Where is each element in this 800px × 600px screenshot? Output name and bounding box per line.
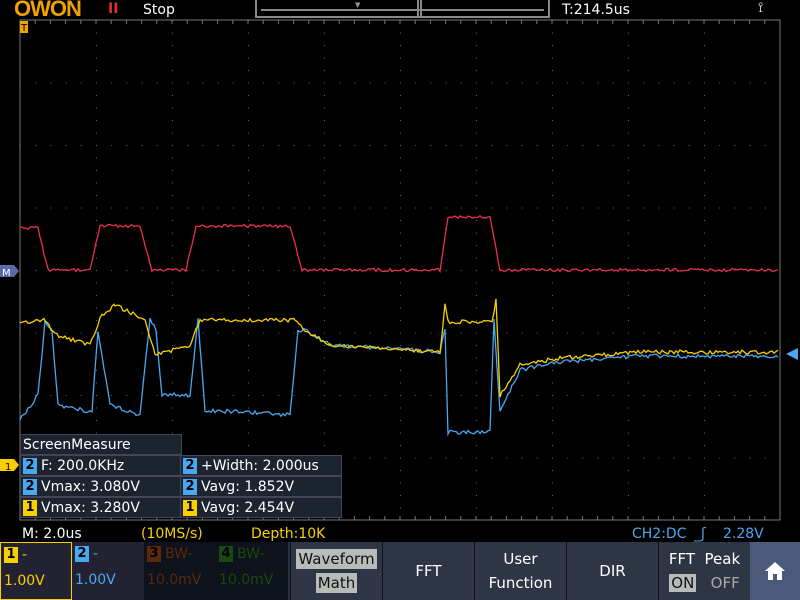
home-button[interactable] [750, 542, 800, 600]
math-marker[interactable]: M [0, 265, 19, 279]
svg-text:T: T [20, 23, 28, 34]
rising-edge-icon: _ʃ [694, 526, 706, 542]
measure-item: 1 Vmax: 3.280V [20, 497, 182, 518]
timebase: M: 2.0us [22, 526, 82, 542]
trigger-level-marker [786, 348, 798, 360]
measure-title: ScreenMeasure [20, 434, 182, 455]
fft-peak-off: OFF [711, 574, 740, 592]
measure-item: 2 F: 200.0KHz [20, 455, 182, 476]
dir-button[interactable]: DIR [566, 542, 658, 600]
measure-item: 2 Vavg: 1.852V [180, 476, 342, 497]
fft-button[interactable]: FFT [382, 542, 474, 600]
fft-peak-on: ON [669, 574, 696, 592]
home-icon [764, 561, 786, 581]
trigger-level: 2.28V [723, 526, 764, 542]
svg-text:1: 1 [5, 462, 11, 473]
ch2-info[interactable]: 2-1.00V [72, 542, 144, 600]
trigger-marker[interactable]: T [20, 21, 28, 34]
waveform-math-button[interactable]: Waveform Math [290, 542, 382, 600]
sample-rate: (10MS/s) [141, 526, 203, 542]
ch4-info[interactable]: 4 BW- 10.0mV [216, 542, 288, 600]
svg-text:M: M [2, 268, 11, 279]
ch2-trace [20, 318, 778, 434]
measure-item: 2 +Width: 2.000us [180, 455, 342, 476]
trigger-source: CH2:DC [632, 526, 686, 542]
measure-item: 2 Vmax: 3.080V [20, 476, 182, 497]
fft-peak-toggle[interactable]: FFT Peak ON OFF [658, 542, 750, 600]
bottom-bar: 1-1.00V 2-1.00V 3 BW- 10.0mV 4 BW- 10.0mV Wa… [0, 542, 800, 600]
ch1-info[interactable]: 1-1.00V [0, 542, 72, 600]
user-function-button[interactable]: User Function [474, 542, 566, 600]
math-trace [20, 216, 778, 272]
measure-item: 1 Vavg: 2.454V [180, 497, 342, 518]
memory-depth: Depth:10K [251, 526, 325, 542]
ch3-info[interactable]: 3 BW- 10.0mV [144, 542, 216, 600]
ch1-marker[interactable]: 1 [0, 459, 19, 473]
